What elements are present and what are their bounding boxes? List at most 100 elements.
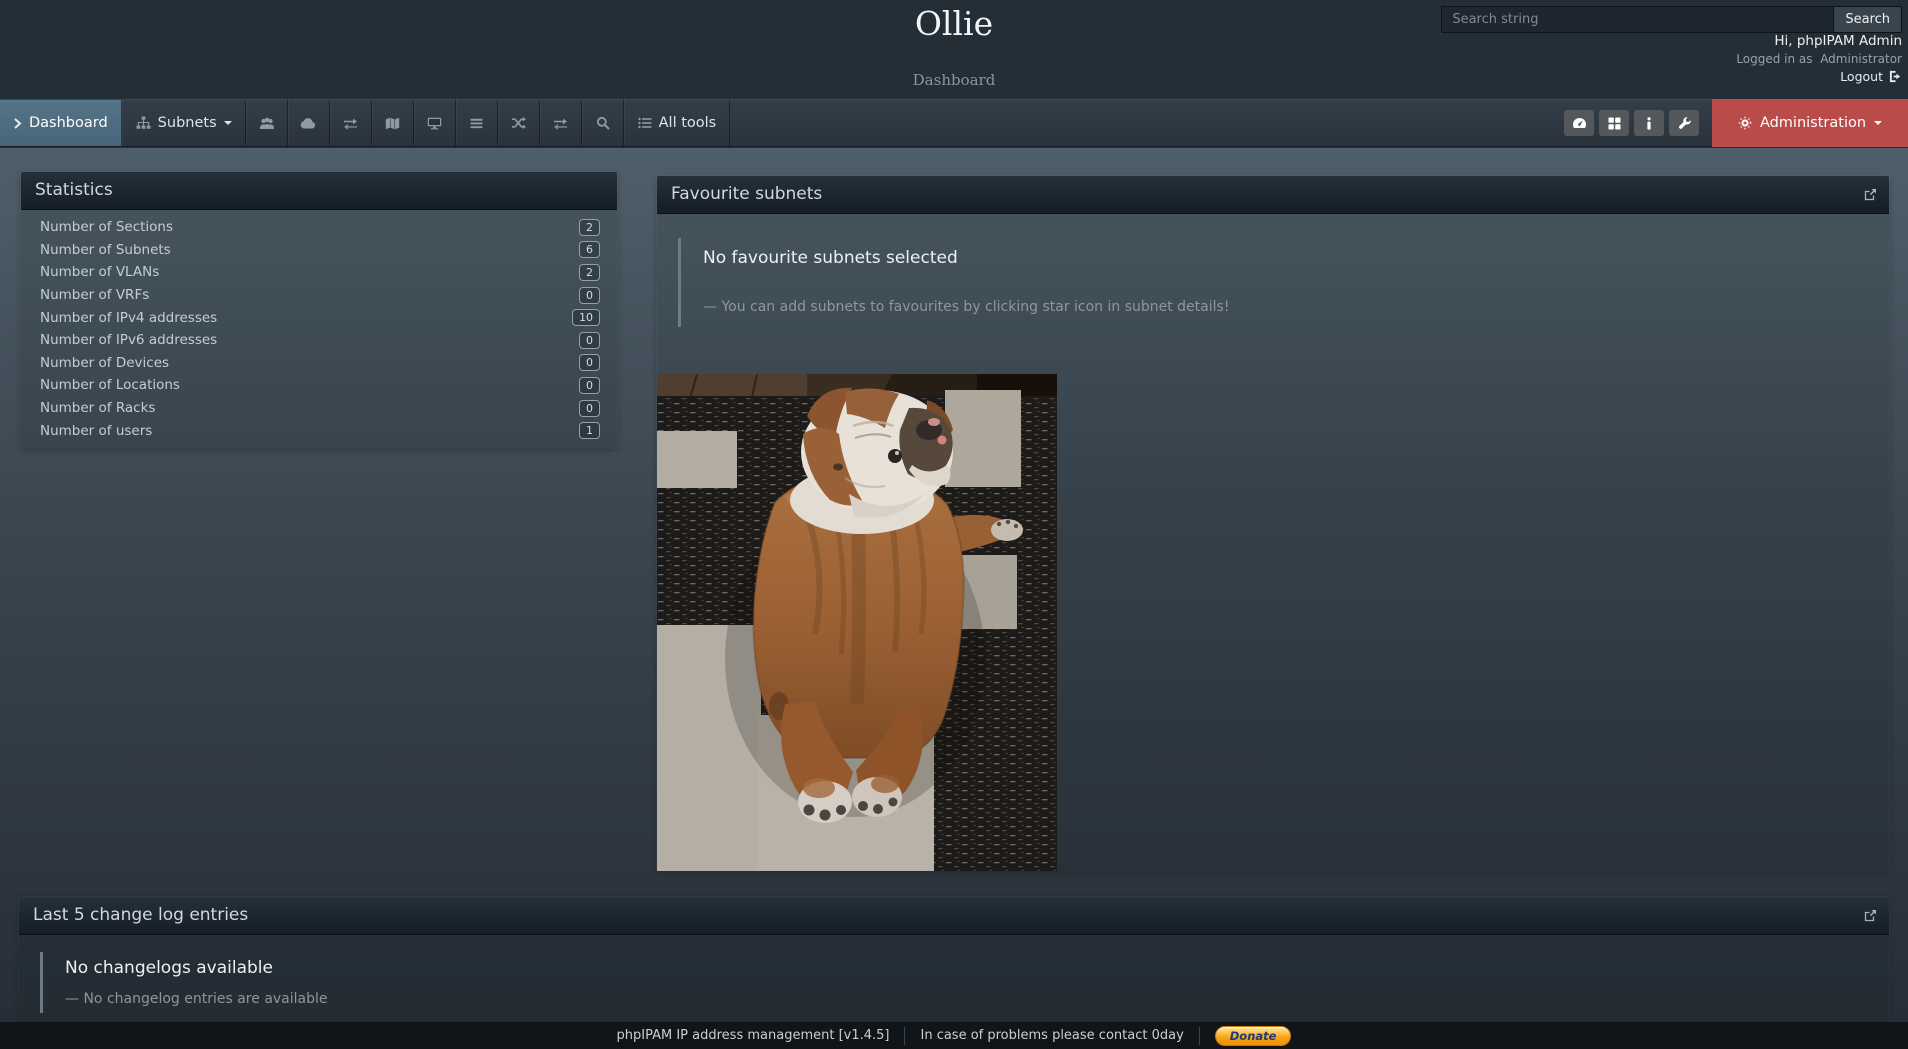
changelog-empty-note: — No changelog entries are available [65,991,1889,1007]
status-badge: 0 [579,332,600,349]
table-row: Number of Locations0 [21,374,617,397]
table-row: Number of Subnets6 [21,239,617,262]
statistics-panel-header: Statistics [21,172,617,210]
table-row: Number of IPv6 addresses0 [21,329,617,352]
chevron-right-icon [13,118,22,129]
list-icon [638,117,652,129]
nav-tab-menu-bars[interactable] [456,100,498,146]
table-row: Number of Racks0 [21,397,617,420]
table-row: Number of VLANs2 [21,261,617,284]
nav-tab-label: Subnets [158,115,217,131]
menu-bars-icon [470,118,483,129]
status-badge: 2 [579,264,600,281]
statistics-rows: Number of Sections2 Number of Subnets6 N… [21,210,617,448]
main-nav: Dashboard Subnets [0,99,1908,147]
top-header: Ollie Dashboard Search Hi, phpIPAM Admin… [0,0,1908,99]
search-area: Search [1441,6,1902,33]
donate-button[interactable]: Donate [1215,1026,1292,1046]
external-link-icon[interactable] [1864,188,1877,201]
changelog-empty-block: No changelogs available — No changelog e… [40,952,1889,1013]
info-button[interactable] [1634,110,1664,136]
statistics-title: Statistics [35,180,113,200]
table-row: Number of IPv4 addresses10 [21,306,617,329]
status-badge: 0 [579,354,600,371]
wrench-icon [1678,117,1691,130]
nav-tab-transfer[interactable] [540,100,582,146]
nav-tab-exchange[interactable] [330,100,372,146]
logged-in-as-label: Logged in as [1736,52,1812,66]
changelog-empty-title: No changelogs available [65,958,1889,978]
status-badge: 6 [579,241,600,258]
search-button[interactable]: Search [1833,6,1902,33]
nav-tab-subnets[interactable]: Subnets [122,100,246,146]
search-input[interactable] [1441,6,1833,33]
favourite-subnets-panel: Favourite subnets No favourite subnets s… [657,176,1889,870]
administration-label: Administration [1760,115,1866,131]
grid-icon [1608,117,1621,130]
favourites-empty-block: No favourite subnets selected — You can … [678,238,1889,327]
desktop-icon [427,117,442,130]
user-role-link[interactable]: Administrator [1820,52,1902,66]
nav-tab-label: All tools [659,115,717,131]
nav-tab-desktop[interactable] [414,100,456,146]
widgets-gauge-button[interactable] [1564,110,1594,136]
favourite-subnets-header: Favourite subnets [657,176,1889,214]
nav-tab-shuffle[interactable] [498,100,540,146]
page-subtitle-dashboard[interactable]: Dashboard [0,71,1908,89]
dashboard-content: Statistics Number of Sections2 Number of… [0,148,1908,1022]
user-info: Hi, phpIPAM Admin Logged in as Administr… [1736,33,1902,84]
status-badge: 2 [579,219,600,236]
table-row: Number of Sections2 [21,216,617,239]
logout-label: Logout [1840,69,1883,84]
users-group-icon [259,117,275,130]
footer-bar: phpIPAM IP address management [v1.4.5] I… [0,1022,1908,1049]
gauge-icon [1572,117,1587,129]
nav-tab-map[interactable] [372,100,414,146]
changelog-panel-header: Last 5 change log entries [19,897,1889,935]
external-link-icon[interactable] [1864,909,1877,922]
nav-tab-dashboard[interactable]: Dashboard [0,100,122,146]
cloud-icon [300,117,317,129]
administration-button[interactable]: Administration [1712,99,1908,147]
footer-divider [1199,1027,1200,1045]
nav-tab-search[interactable] [582,100,624,146]
caret-down-icon [224,121,232,125]
sign-out-icon [1889,70,1902,83]
nav-tab-folders[interactable] [246,100,288,146]
sitemap-icon [136,116,151,130]
exchange-arrows-icon [343,117,358,130]
favourites-empty-title: No favourite subnets selected [703,248,1889,268]
status-badge: 10 [572,309,600,326]
nav-tab-label: Dashboard [29,115,108,131]
footer-version: phpIPAM IP address management [v1.4.5] [617,1028,890,1043]
status-badge: 0 [579,377,600,394]
transfer-arrows-icon [553,117,568,130]
caret-down-icon [1874,121,1882,125]
changelog-title: Last 5 change log entries [33,905,248,925]
footer-divider [904,1027,905,1045]
user-role-line: Logged in as Administrator [1736,52,1902,66]
favourites-empty-note: — You can add subnets to favourites by c… [703,299,1889,315]
search-icon [596,116,610,130]
status-badge: 0 [579,287,600,304]
nav-right-cluster: Administration [1564,100,1908,146]
dog-photo [657,374,1057,871]
changelog-panel: Last 5 change log entries No changelogs … [19,897,1889,1022]
statistics-panel: Statistics Number of Sections2 Number of… [21,172,617,448]
table-row: Number of users1 [21,419,617,442]
favourite-subnets-title: Favourite subnets [671,184,822,204]
info-icon [1646,117,1652,130]
footer-contact[interactable]: In case of problems please contact 0day [920,1028,1183,1043]
logout-link[interactable]: Logout [1736,69,1902,84]
widgets-grid-button[interactable] [1599,110,1629,136]
map-icon [385,117,400,130]
user-greeting: Hi, phpIPAM Admin [1736,33,1902,49]
nav-tab-cloud[interactable] [288,100,330,146]
nav-tab-all-tools[interactable]: All tools [624,100,731,146]
status-badge: 1 [579,422,600,439]
gear-icon [1738,116,1752,130]
status-badge: 0 [579,400,600,417]
shuffle-icon [511,117,526,129]
table-row: Number of Devices0 [21,352,617,375]
tools-wrench-button[interactable] [1669,110,1699,136]
